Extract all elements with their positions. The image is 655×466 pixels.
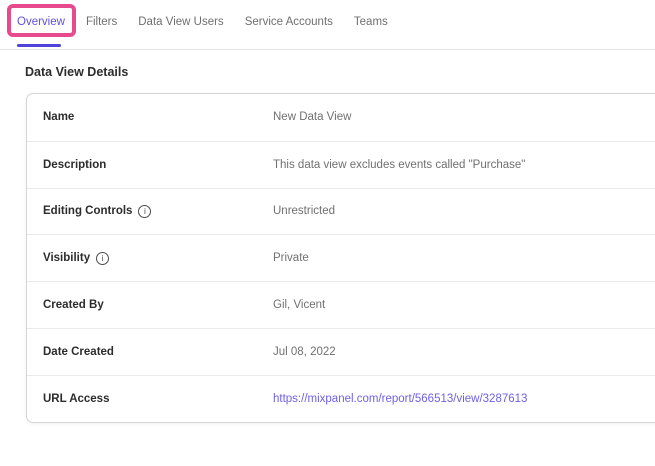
row-value: New Data View [273,111,351,123]
row-label-text: Date Created [43,346,114,358]
row-label: Description [27,159,273,171]
row-label-text: Description [43,159,106,171]
page-title: Data View Details [25,65,655,79]
annotation-highlight-box [7,4,76,37]
row-label-text: Visibility [43,252,90,264]
tab-list: Overview Filters Data View Users Service Ac… [0,0,655,29]
row-label-text: URL Access [43,393,109,405]
tab-service-accounts[interactable]: Service Accounts [245,15,333,29]
row-value: Unrestricted [273,205,335,217]
row-value: https://mixpanel.com/report/566513/view/… [273,393,527,405]
tab-data-view-users[interactable]: Data View Users [138,15,223,29]
row-label: Created By [27,299,273,311]
row-value: This data view excludes events called "P… [273,159,525,171]
detail-row-created-by: Created By Gil, Vicent [27,281,655,328]
data-view-details-card: Name New Data View Description This data vi… [26,93,655,423]
detail-row-description: Description This data view excludes event… [27,141,655,188]
detail-row-editing-controls: Editing Controls i Unrestricted [27,188,655,235]
tab-overview[interactable]: Overview [17,15,65,29]
row-label: Date Created [27,346,273,358]
detail-row-date-created: Date Created Jul 08, 2022 [27,328,655,375]
row-label-text: Name [43,111,74,123]
row-label: Visibility i [27,252,273,265]
info-icon[interactable]: i [96,252,109,265]
detail-row-name: Name New Data View [27,94,655,141]
row-label: Name [27,111,273,123]
row-value: Jul 08, 2022 [273,346,336,358]
row-label: URL Access [27,393,273,405]
row-label: Editing Controls i [27,205,273,218]
tab-filters[interactable]: Filters [86,15,117,29]
tab-bar: Overview Filters Data View Users Service Ac… [0,0,655,50]
row-value: Private [273,252,309,264]
row-value: Gil, Vicent [273,299,325,311]
tab-teams[interactable]: Teams [354,15,388,29]
detail-row-url-access: URL Access https://mixpanel.com/report/56… [27,375,655,422]
info-icon[interactable]: i [138,205,151,218]
row-label-text: Editing Controls [43,205,132,217]
data-view-settings-page: Overview Filters Data View Users Service Ac… [0,0,655,466]
detail-row-visibility: Visibility i Private [27,234,655,281]
url-access-link[interactable]: https://mixpanel.com/report/566513/view/… [273,393,527,405]
row-label-text: Created By [43,299,104,311]
